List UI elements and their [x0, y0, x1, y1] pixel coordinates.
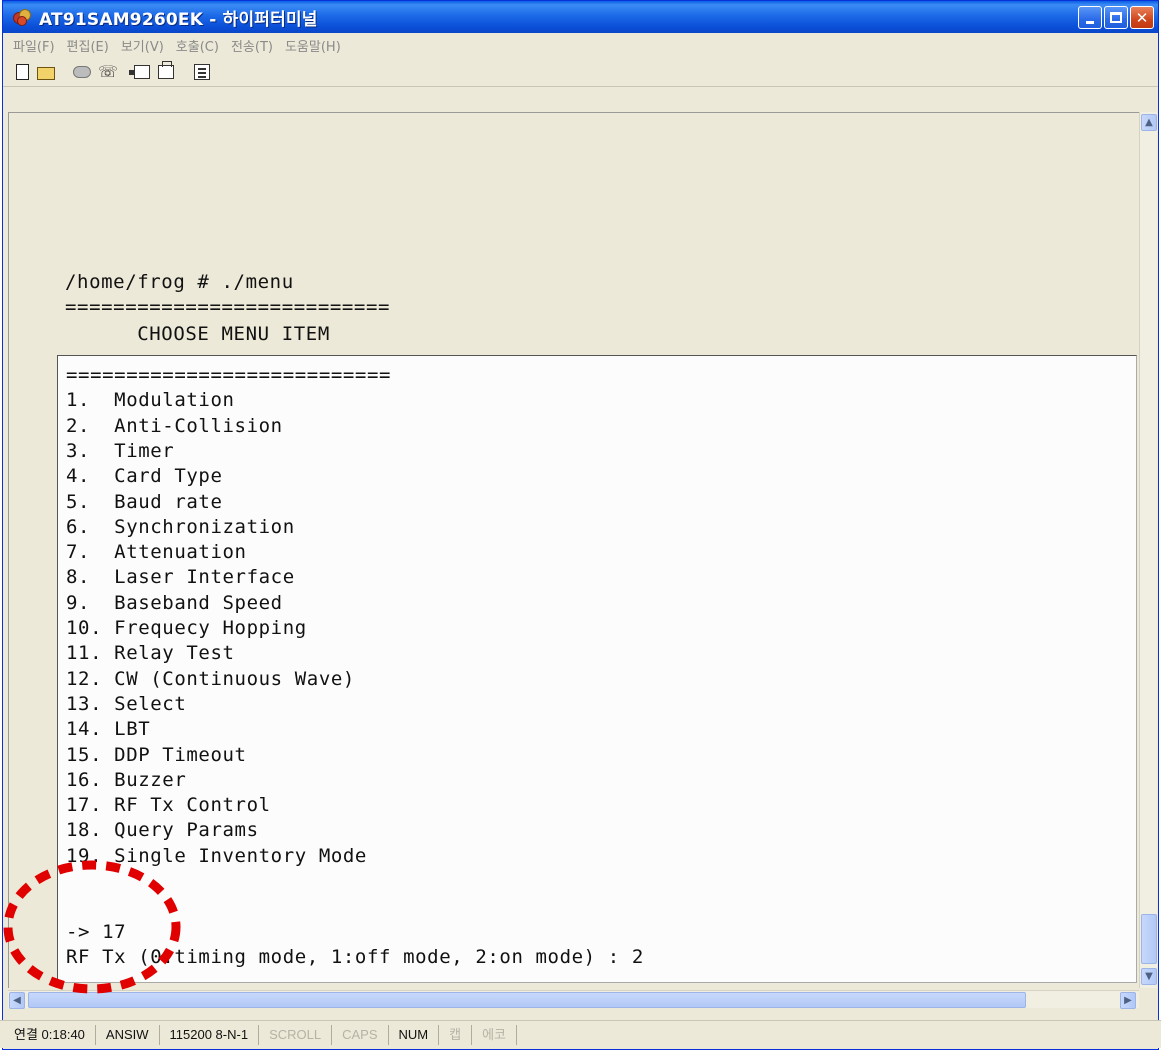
menu-transfer[interactable]: 전송(T): [225, 36, 279, 55]
receive-button[interactable]: [155, 60, 177, 83]
terminal-line: 13. Select: [66, 692, 187, 715]
port-settings: 115200 8-N-1: [160, 1024, 260, 1045]
echo-indicator: 에코: [472, 1024, 518, 1045]
terminal-line: 4. Card Type: [66, 465, 223, 488]
receive-icon: [158, 60, 174, 79]
terminal-line: 9. Baseband Speed: [66, 591, 283, 614]
close-button[interactable]: ✕: [1130, 6, 1154, 29]
terminal-line: CHOOSE MENU ITEM: [65, 323, 330, 345]
num-lock-indicator: NUM: [389, 1024, 440, 1045]
scroll-left-button[interactable]: ◀: [9, 992, 25, 1009]
terminal-screen[interactable]: /home/frog # ./menu ====================…: [8, 112, 1140, 988]
terminal-line: 8. Laser Interface: [66, 566, 295, 589]
properties-icon: [194, 63, 210, 80]
terminal-lower-pane: =========================== 1. Modulation…: [57, 355, 1137, 983]
menu-help[interactable]: 도움말(H): [279, 36, 347, 55]
new-button[interactable]: [11, 61, 33, 83]
terminal-line: 3. Timer: [66, 439, 175, 462]
menu-file[interactable]: 파일(F): [7, 36, 61, 55]
status-bar: 연결 0:18:40 ANSIW 115200 8-N-1 SCROLL CAP…: [0, 1020, 1161, 1048]
call-button[interactable]: [71, 61, 93, 83]
call-icon: [73, 65, 91, 78]
terminal-line: 16. Buzzer: [66, 768, 187, 791]
scroll-up-button[interactable]: ▲: [1141, 114, 1157, 131]
minimize-button[interactable]: [1078, 6, 1102, 29]
terminal-upper-pane: /home/frog # ./menu ====================…: [9, 113, 1140, 348]
terminal-line: 6. Synchronization: [66, 515, 295, 538]
title-bar[interactable]: AT91SAM9260EK - 하이퍼터미널 ✕: [3, 1, 1158, 33]
capture-indicator: 캡: [439, 1024, 473, 1045]
horizontal-scrollbar[interactable]: ◀ ▶: [8, 990, 1139, 1009]
maximize-icon: [1110, 12, 1122, 23]
open-icon: [37, 67, 55, 80]
terminal-line: RF Tx (0:timing mode, 1:off mode, 2:on m…: [66, 945, 644, 968]
hyperterminal-app-icon[interactable]: [11, 6, 33, 28]
chevron-right-icon: ▶: [1124, 995, 1132, 1006]
chevron-up-icon: ▲: [1145, 117, 1153, 128]
menu-bar: 파일(F) 편집(E) 보기(V) 호출(C) 전송(T) 도움말(H): [3, 33, 1158, 57]
minimize-icon: [1086, 21, 1094, 24]
chevron-down-icon: ▼: [1145, 971, 1153, 982]
maximize-button[interactable]: [1104, 6, 1128, 29]
send-button[interactable]: [129, 61, 153, 83]
disconnect-button[interactable]: ☏: [95, 61, 119, 83]
window-title: AT91SAM9260EK - 하이퍼터미널: [39, 9, 318, 30]
menu-edit[interactable]: 편집(E): [61, 36, 115, 55]
chevron-left-icon: ◀: [13, 995, 21, 1006]
vertical-scrollbar[interactable]: ▲ ▼: [1139, 112, 1157, 988]
terminal-line: 2. Anti-Collision: [66, 414, 283, 437]
terminal-line: 17. RF Tx Control: [66, 794, 271, 817]
send-icon: [129, 64, 150, 79]
horizontal-scroll-thumb[interactable]: [28, 992, 1026, 1008]
terminal-line: /home/frog # ./menu: [65, 271, 294, 293]
caps-lock-indicator: CAPS: [332, 1024, 389, 1045]
toolbar: ☏: [3, 57, 1158, 87]
properties-button[interactable]: [191, 61, 213, 83]
terminal-line: ===========================: [66, 364, 392, 386]
terminal-line: 1. Modulation: [66, 389, 235, 412]
terminal-line: ===========================: [65, 296, 391, 318]
menu-call[interactable]: 호출(C): [170, 36, 225, 55]
disconnect-icon: ☏: [98, 61, 119, 81]
terminal-line: 5. Baud rate: [66, 490, 223, 513]
emulation-mode: ANSIW: [96, 1024, 160, 1045]
terminal-line: 11. Relay Test: [66, 642, 235, 665]
menu-view[interactable]: 보기(V): [115, 36, 170, 55]
scroll-right-button[interactable]: ▶: [1120, 992, 1136, 1009]
new-icon: [15, 63, 29, 80]
terminal-line: 7. Attenuation: [66, 541, 247, 564]
scroll-lock-indicator: SCROLL: [259, 1024, 333, 1045]
terminal-line: 14. LBT: [66, 718, 151, 741]
terminal-line: 18. Query Params: [66, 819, 259, 842]
vertical-scroll-thumb[interactable]: [1141, 914, 1157, 964]
terminal-line: 12. CW (Continuous Wave): [66, 667, 355, 690]
open-button[interactable]: [35, 61, 57, 83]
scroll-down-button[interactable]: ▼: [1141, 968, 1157, 985]
terminal-line: -> 17: [66, 920, 127, 943]
terminal-line: 19. Single Inventory Mode: [66, 844, 367, 867]
terminal-line: 15. DDP Timeout: [66, 743, 247, 766]
connection-time: 연결 0:18:40: [4, 1024, 96, 1045]
terminal-line: 10. Frequecy Hopping: [66, 617, 307, 639]
close-icon: ✕: [1135, 8, 1149, 27]
